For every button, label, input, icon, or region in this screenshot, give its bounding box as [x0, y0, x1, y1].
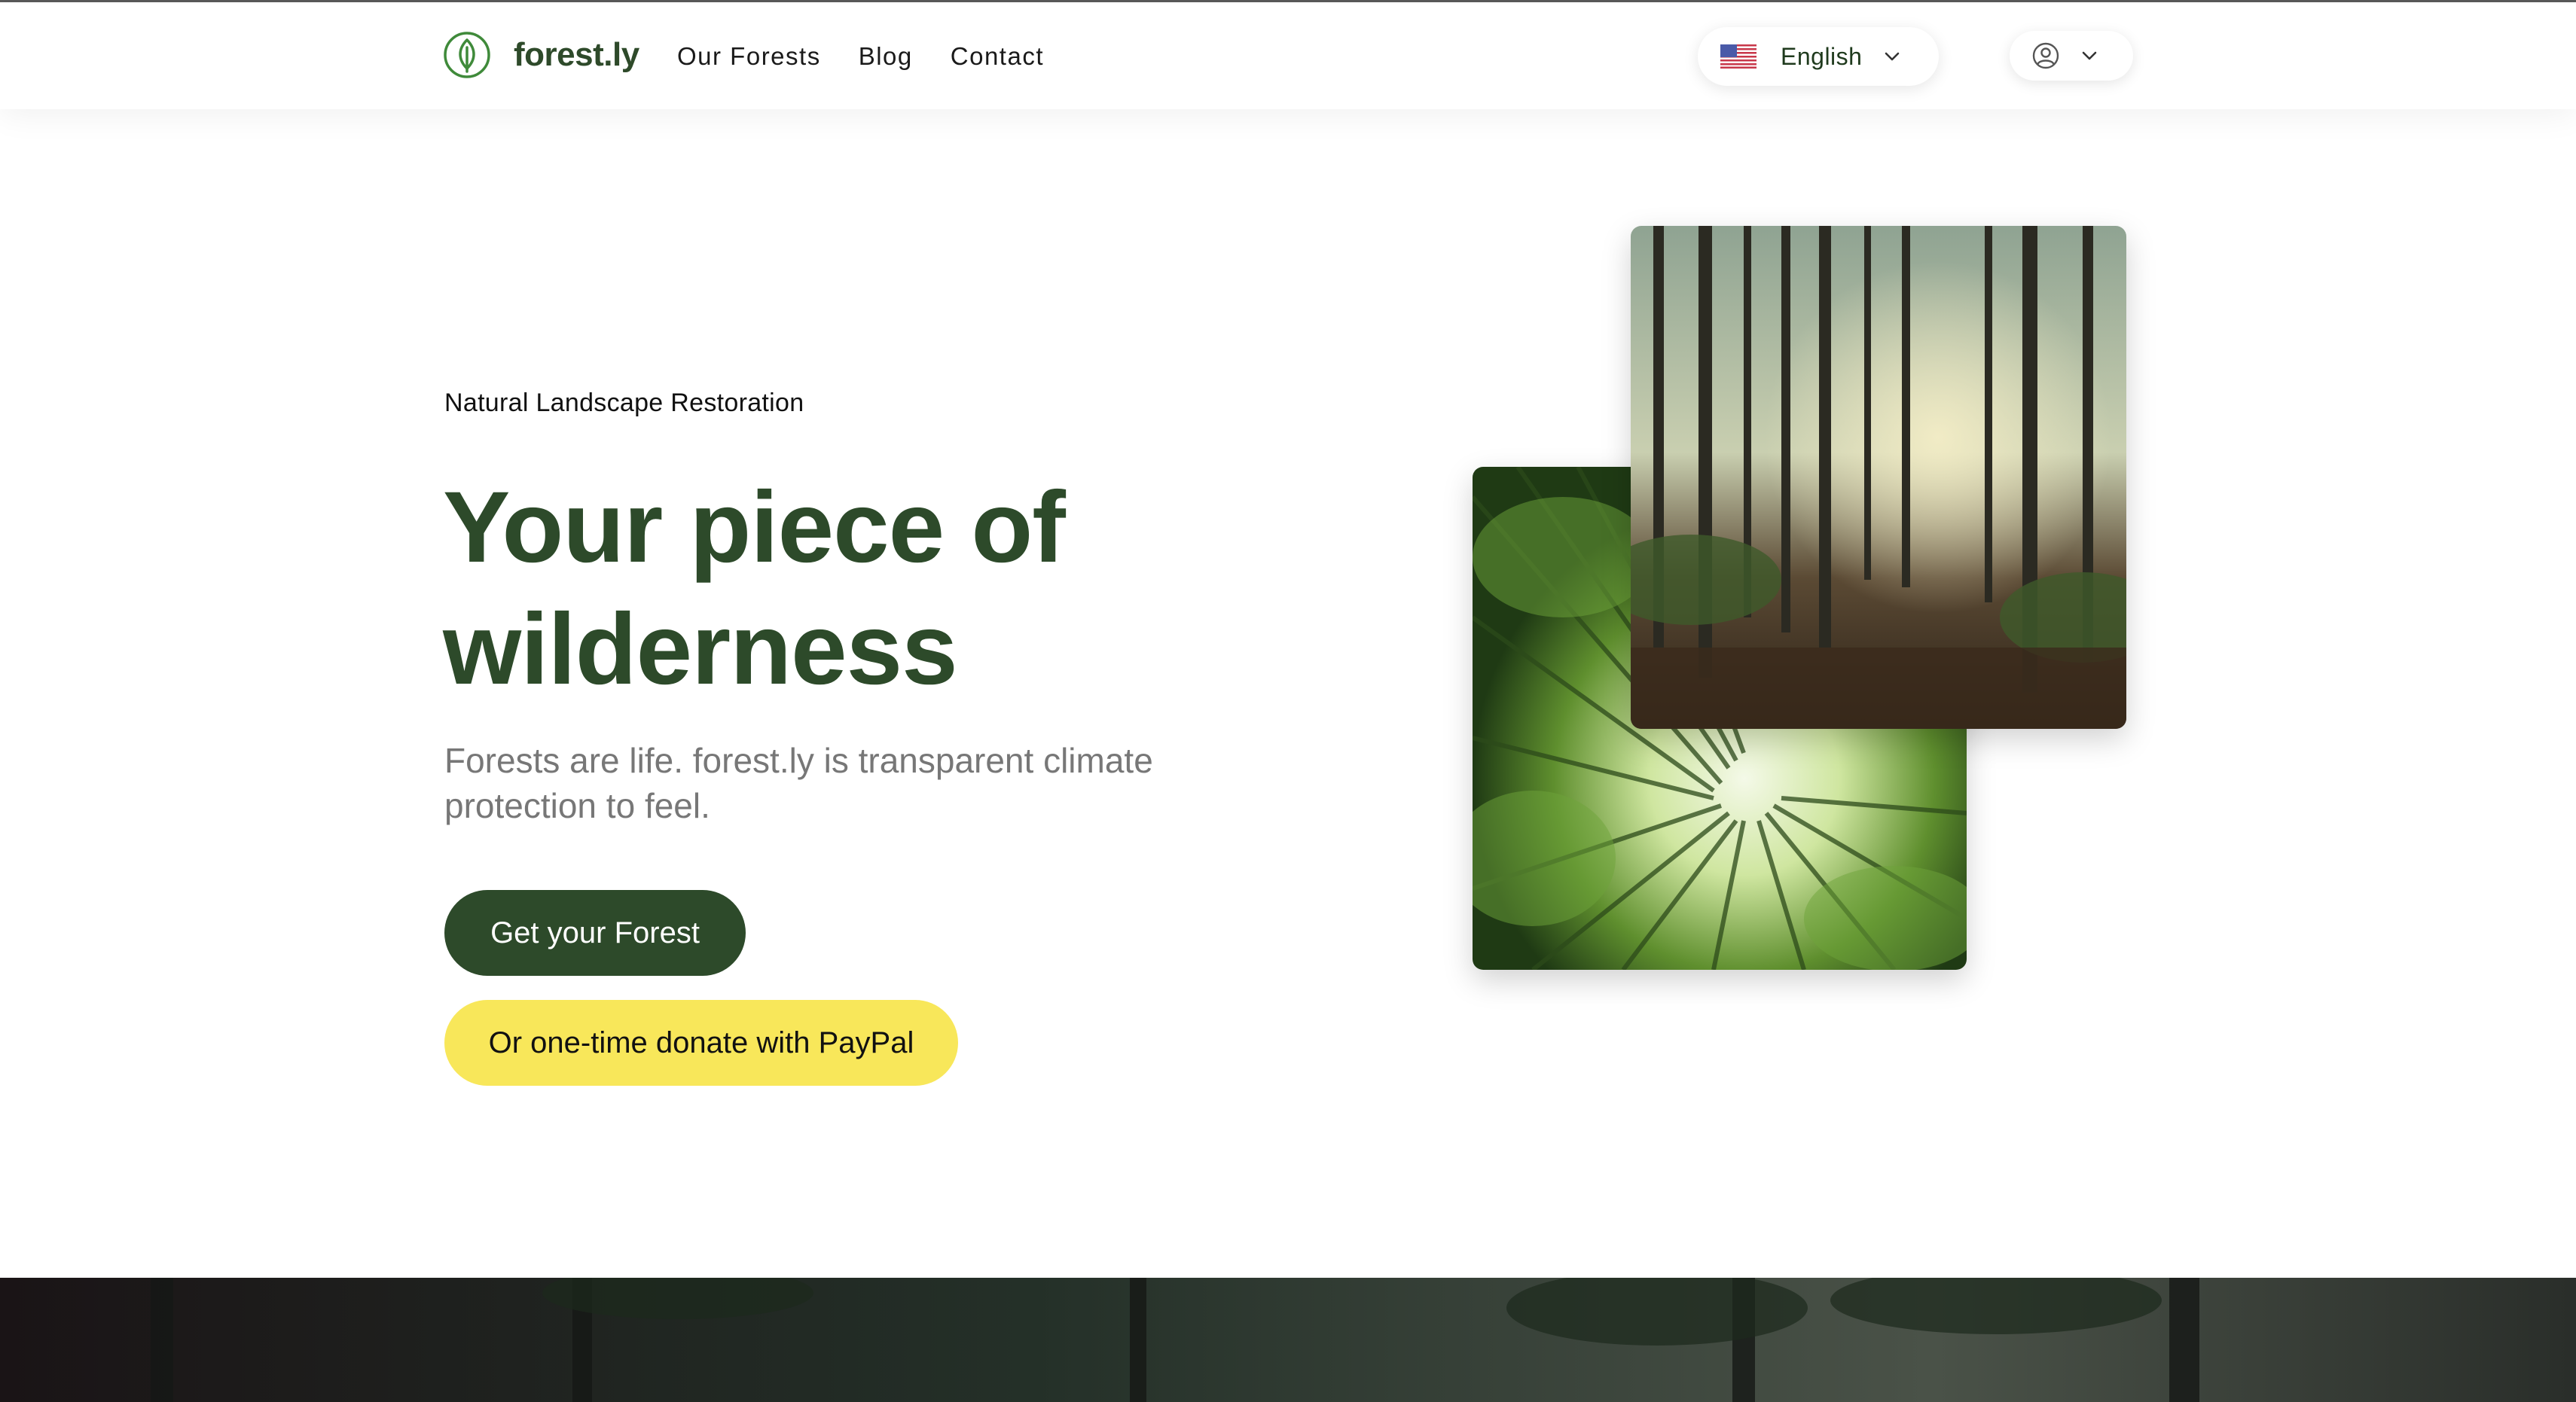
chevron-down-icon	[2079, 45, 2100, 66]
hero-eyebrow: Natural Landscape Restoration	[444, 389, 804, 417]
language-selector[interactable]: English	[1698, 27, 1939, 86]
page: forest.ly Our Forests Blog Contact Engli…	[0, 0, 2576, 1402]
forest-banner-image	[0, 1278, 2576, 1402]
user-circle-icon	[2031, 41, 2061, 71]
chevron-down-icon	[1882, 46, 1903, 67]
us-flag-icon	[1720, 44, 1757, 69]
hero-title: Your piece of wilderness	[443, 471, 1066, 706]
pine-forest-image	[1631, 226, 2126, 729]
brand-logo[interactable]: forest.ly	[443, 28, 639, 82]
paypal-donate-button[interactable]: Or one-time donate with PayPal	[444, 1000, 958, 1086]
main-nav: Our Forests Blog Contact	[677, 32, 1082, 81]
brand-name: forest.ly	[514, 36, 639, 73]
site-header: forest.ly Our Forests Blog Contact Engli…	[0, 2, 2576, 109]
nav-contact[interactable]: Contact	[951, 42, 1044, 71]
language-label: English	[1781, 42, 1863, 70]
get-your-forest-button[interactable]: Get your Forest	[444, 890, 746, 976]
nav-our-forests[interactable]: Our Forests	[677, 42, 821, 71]
leaf-logo-icon	[443, 31, 491, 79]
hero-subtitle: Forests are life. forest.ly is transpare…	[444, 741, 1153, 825]
nav-blog[interactable]: Blog	[859, 42, 913, 71]
account-menu-button[interactable]	[2010, 31, 2133, 81]
